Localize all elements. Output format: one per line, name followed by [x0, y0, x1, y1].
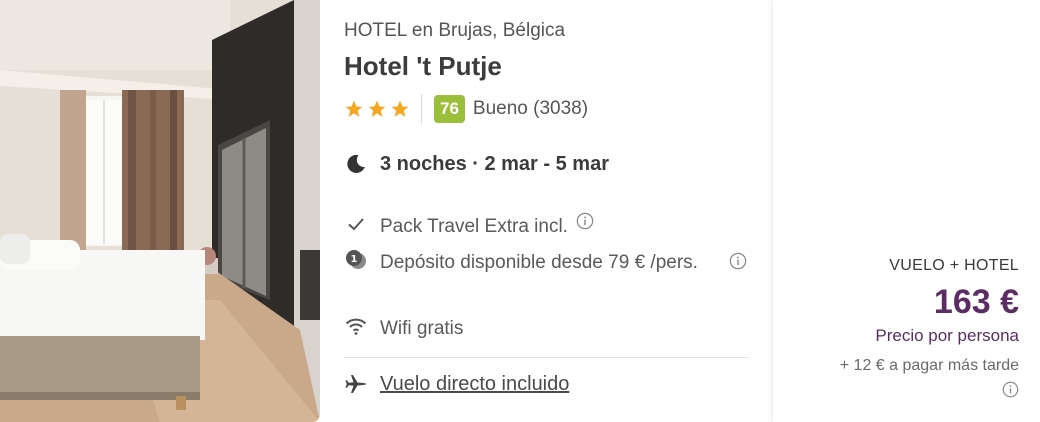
- package-type-label: VUELO + HOTEL: [889, 257, 1019, 274]
- feature-wifi: Wifi gratis: [344, 314, 463, 344]
- feature-label: Wifi gratis: [380, 318, 464, 339]
- review-summary[interactable]: Bueno (3038): [473, 98, 588, 120]
- section-divider: [344, 357, 749, 358]
- info-icon[interactable]: [1002, 381, 1019, 398]
- star-icon: [345, 100, 363, 117]
- rating-row: 76 Bueno (3038): [344, 94, 588, 124]
- feature-deposit: 1 Depósito disponible desde 79 € /pers.: [344, 248, 749, 278]
- stay-nights-dates: 3 noches · 2 mar - 5 mar: [380, 152, 609, 175]
- feature-travel-pack: Pack Travel Extra incl.: [344, 212, 594, 242]
- hotel-room-photo[interactable]: [0, 0, 320, 422]
- hotel-info: HOTEL en Brujas, Bélgica Hotel 't Putje …: [344, 0, 749, 422]
- svg-text:1: 1: [351, 254, 358, 265]
- info-icon[interactable]: [729, 252, 747, 270]
- flight-info: Vuelo directo incluido: [344, 372, 569, 396]
- plane-icon: [345, 375, 366, 393]
- feature-label: Pack Travel Extra incl.: [380, 216, 568, 237]
- hotel-category-location: HOTEL en Brujas, Bélgica: [344, 20, 566, 41]
- extra-cost-text: + 12 € a pagar más tarde: [839, 357, 1019, 374]
- star-icon: [368, 100, 386, 117]
- feature-label: Depósito disponible desde 79 € /pers.: [380, 252, 698, 273]
- hotel-offer-card[interactable]: HOTEL en Brujas, Bélgica Hotel 't Putje …: [0, 0, 1040, 422]
- stay-dates: 3 noches · 2 mar - 5 mar: [344, 152, 609, 176]
- price-amount: 163 €: [933, 283, 1019, 321]
- rating-divider: [421, 94, 422, 124]
- extra-cost-note: + 12 € a pagar más tarde: [819, 354, 1019, 402]
- hotel-name[interactable]: Hotel 't Putje: [344, 51, 502, 82]
- price-panel[interactable]: VUELO + HOTEL 163 € Precio por persona +…: [772, 0, 1040, 422]
- check-icon: [348, 218, 364, 231]
- star-icon: [391, 100, 409, 117]
- direct-flight-link[interactable]: Vuelo directo incluido: [380, 373, 569, 396]
- review-score-badge: 76: [434, 95, 465, 123]
- deposit-icon: 1: [346, 250, 366, 269]
- price-per-person-label: Precio por persona: [875, 326, 1019, 345]
- info-icon[interactable]: [576, 212, 594, 230]
- moon-icon: [347, 154, 365, 173]
- wifi-icon: [345, 318, 367, 335]
- star-rating: [344, 99, 410, 119]
